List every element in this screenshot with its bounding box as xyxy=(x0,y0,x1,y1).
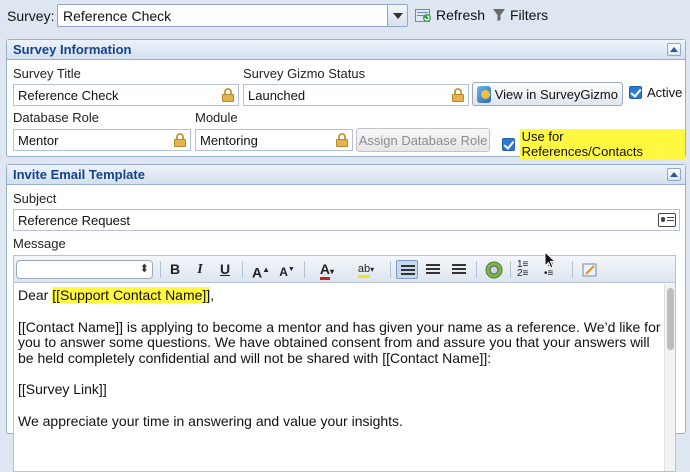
refresh-button[interactable]: Refresh xyxy=(415,7,485,23)
survey-information-panel: Survey Information Survey Title Referenc… xyxy=(6,39,686,159)
lock-icon xyxy=(335,133,349,147)
body-paragraph-3: We appreciate your time in answering and… xyxy=(18,412,403,429)
module-value: Mentoring xyxy=(200,133,258,148)
lock-icon xyxy=(173,133,187,147)
panel-title: Survey Information xyxy=(13,42,132,57)
body-paragraph-1: [[Contact Name]] is applying to become a… xyxy=(18,318,661,366)
filters-label: Filters xyxy=(510,7,549,23)
scrollbar-thumb[interactable] xyxy=(667,288,674,350)
survey-title-label: Survey Title xyxy=(13,66,81,81)
status-field[interactable]: Launched xyxy=(243,84,469,106)
db-role-value: Mentor xyxy=(18,133,59,148)
status-value: Launched xyxy=(248,88,306,103)
bold-icon[interactable]: B xyxy=(164,260,186,279)
align-center-icon[interactable] xyxy=(422,260,444,279)
font-color-icon[interactable]: A▾ xyxy=(310,260,344,280)
collapse-icon[interactable] xyxy=(667,43,681,56)
use-for-references-label: Use for References/Contacts xyxy=(519,129,685,159)
editor-toolbar: B I U A▲ A▼ A▾ ab▾ 1≡2≡ •≡•≡ xyxy=(14,256,675,283)
status-label: Survey Gizmo Status xyxy=(243,66,366,81)
source-edit-icon[interactable] xyxy=(579,260,601,279)
filter-icon xyxy=(493,9,505,21)
view-in-surveygizmo-button[interactable]: View in SurveyGizmo xyxy=(472,82,623,106)
db-role-label: Database Role xyxy=(13,110,99,125)
survey-title-field[interactable]: Reference Check xyxy=(13,84,239,106)
separator xyxy=(476,261,477,278)
insert-link-icon[interactable] xyxy=(483,260,505,279)
greeting-line: Dear [[Support Contact Name]], xyxy=(18,287,661,304)
lock-icon xyxy=(221,88,235,102)
subject-value: Reference Request xyxy=(18,213,131,228)
align-left-icon[interactable] xyxy=(396,260,418,279)
align-right-icon[interactable] xyxy=(448,260,470,279)
separator xyxy=(242,261,243,278)
editor-scrollbar[interactable] xyxy=(664,284,675,471)
separator xyxy=(572,261,573,278)
subject-label: Subject xyxy=(13,191,57,206)
body-paragraph-2: [[Survey Link]] xyxy=(18,381,107,397)
contact-card-icon[interactable] xyxy=(658,213,676,227)
font-select[interactable] xyxy=(16,260,153,279)
module-field[interactable]: Mentoring xyxy=(195,129,353,151)
separator xyxy=(160,261,161,278)
refresh-icon xyxy=(415,8,431,22)
separator xyxy=(390,261,391,278)
increase-font-icon[interactable]: A▲ xyxy=(250,260,272,281)
italic-icon[interactable]: I xyxy=(189,260,211,279)
invite-email-template-panel: Invite Email Template Subject Reference … xyxy=(6,164,686,472)
checkbox-checked-icon[interactable] xyxy=(629,86,642,99)
editor-content[interactable]: Dear [[Support Contact Name]], [[Contact… xyxy=(14,284,665,471)
lock-icon xyxy=(451,88,465,102)
top-toolbar: Survey: Reference Check Refresh Filters xyxy=(0,0,690,32)
panel-title: Invite Email Template xyxy=(13,167,145,182)
survey-select[interactable]: Reference Check xyxy=(57,4,408,27)
module-label: Module xyxy=(195,110,238,125)
checkbox-checked-icon[interactable] xyxy=(502,137,515,151)
use-for-references-checkbox[interactable]: Use for References/Contacts xyxy=(502,129,685,159)
assign-button-label: Assign Database Role xyxy=(358,132,488,148)
survey-title-value: Reference Check xyxy=(18,88,119,103)
surveygizmo-icon xyxy=(477,85,491,103)
message-editor[interactable]: B I U A▲ A▼ A▾ ab▾ 1≡2≡ •≡•≡ xyxy=(13,255,676,472)
mouse-cursor-icon xyxy=(544,251,557,269)
survey-select-value: Reference Check xyxy=(63,8,172,24)
survey-label: Survey: xyxy=(7,8,55,24)
collapse-icon[interactable] xyxy=(667,168,681,181)
greeting-suffix: , xyxy=(210,287,215,303)
highlight-color-icon[interactable]: ab▾ xyxy=(348,260,384,279)
subject-field[interactable]: Reference Request xyxy=(13,209,680,231)
underline-icon[interactable]: U xyxy=(214,260,236,279)
support-contact-token: [[Support Contact Name]] xyxy=(52,287,211,303)
view-button-label: View in SurveyGizmo xyxy=(494,86,618,102)
active-label: Active xyxy=(647,85,683,100)
db-role-field[interactable]: Mentor xyxy=(13,129,191,151)
assign-database-role-button[interactable]: Assign Database Role xyxy=(356,128,490,152)
greeting-prefix: Dear xyxy=(18,287,53,303)
separator xyxy=(304,261,305,278)
filters-button[interactable]: Filters xyxy=(492,7,548,23)
numbered-list-icon[interactable]: 1≡ 2≡ xyxy=(517,260,539,279)
decrease-font-icon[interactable]: A▼ xyxy=(276,260,298,279)
message-label: Message xyxy=(13,236,66,251)
separator xyxy=(510,261,511,278)
survey-information-header: Survey Information xyxy=(7,40,685,60)
active-checkbox[interactable]: Active xyxy=(629,85,682,100)
chevron-down-icon[interactable] xyxy=(387,5,407,26)
invite-email-template-header: Invite Email Template xyxy=(7,165,685,185)
refresh-label: Refresh xyxy=(436,7,486,23)
